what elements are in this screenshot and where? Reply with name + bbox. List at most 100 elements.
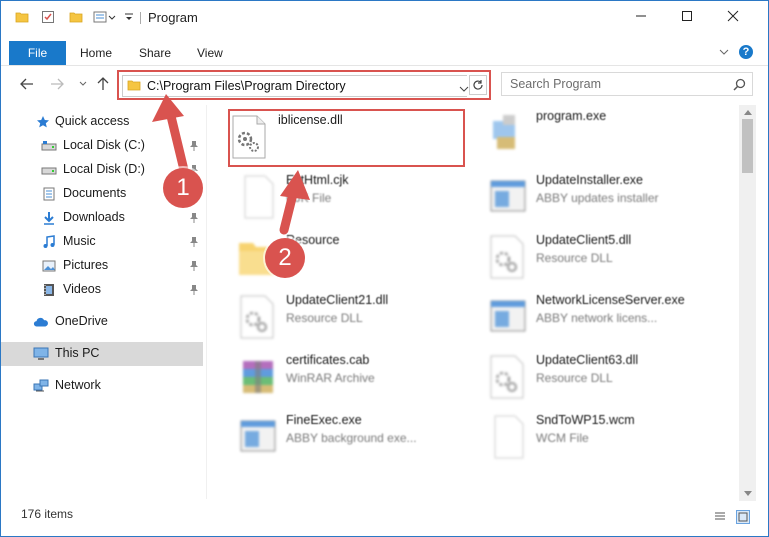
up-button[interactable]: [95, 76, 111, 92]
expand-ribbon-button[interactable]: [717, 45, 731, 59]
sidebar-item-label: Documents: [63, 186, 127, 200]
exe-icon: [487, 111, 527, 155]
step-2-badge: 2: [265, 238, 305, 278]
list-item[interactable]: UpdateInstaller.exe ABBY updates install…: [469, 169, 709, 225]
maximize-button[interactable]: [664, 1, 710, 31]
refresh-icon: [473, 80, 483, 90]
list-item[interactable]: UpdateClient5.dll Resource DLL: [469, 229, 709, 285]
tab-file[interactable]: File: [9, 41, 66, 65]
chevron-down-icon: [719, 49, 729, 55]
list-item[interactable]: UpdateClient21.dll Resource DLL: [219, 289, 459, 345]
sidebar-item-label: Local Disk (C:): [63, 138, 145, 152]
file-name: program.exe: [536, 109, 607, 123]
back-button[interactable]: [19, 76, 35, 92]
list-item[interactable]: program.exe: [469, 105, 709, 161]
pin-icon[interactable]: [189, 140, 199, 155]
file-description: ABBY background exe...: [286, 431, 417, 445]
sidebar-item-label: This PC: [55, 346, 100, 360]
title-bar: Program: [1, 1, 768, 32]
list-item[interactable]: Resource: [219, 229, 459, 285]
arrow-left-icon: [20, 78, 33, 90]
blank-file-icon: [487, 415, 527, 459]
list-item[interactable]: FineExec.exe ABBY background exe...: [219, 409, 459, 465]
file-name: NetworkLicenseServer.exe: [536, 293, 685, 307]
sidebar-item-quick-access[interactable]: Quick access: [1, 110, 203, 134]
pin-icon[interactable]: [189, 284, 199, 299]
sidebar-item-music[interactable]: Music: [1, 230, 203, 254]
scroll-up-button[interactable]: [739, 105, 756, 119]
sidebar-item-label: Videos: [63, 282, 101, 296]
refresh-button[interactable]: [469, 75, 487, 95]
arrow-up-icon: [97, 77, 109, 90]
address-field[interactable]: C:\Program Files\Program Directory: [122, 75, 469, 97]
pane-divider[interactable]: [206, 105, 207, 499]
arrow-right-icon: [51, 78, 64, 90]
file-name: FineExec.exe: [286, 413, 362, 427]
quick-access-dropdown-icon[interactable]: [124, 9, 134, 25]
file-name: UpdateClient21.dll: [286, 293, 389, 307]
tab-home[interactable]: Home: [80, 41, 112, 65]
chevron-down-icon[interactable]: [459, 82, 469, 96]
sidebar-item-network[interactable]: Network: [1, 374, 203, 398]
scroll-down-button[interactable]: [739, 487, 756, 501]
chevron-down-icon: [743, 491, 752, 496]
pictures-icon: [41, 258, 57, 274]
search-input[interactable]: Search Program: [510, 77, 601, 91]
drive-icon: [41, 162, 57, 178]
details-view-button[interactable]: [714, 510, 726, 522]
vertical-scrollbar[interactable]: [739, 105, 756, 501]
minimize-icon: [636, 15, 646, 17]
forward-button[interactable]: [49, 76, 65, 92]
downloads-icon: [41, 210, 57, 226]
list-item[interactable]: SndToWP15.wcm WCM File: [469, 409, 709, 465]
ribbon-tabs: File Home Share View ?: [1, 41, 768, 66]
scroll-thumb[interactable]: [742, 119, 753, 173]
network-icon: [33, 378, 49, 394]
status-bar: 176 items: [1, 503, 768, 527]
close-button[interactable]: [710, 1, 756, 31]
title-separator: [140, 12, 141, 24]
list-item[interactable]: ExtHtml.cjk CJK File: [219, 169, 459, 225]
star-icon: [35, 114, 51, 130]
sidebar-item-pictures[interactable]: Pictures: [1, 254, 203, 278]
file-description: ABBY network licens...: [536, 311, 658, 325]
list-item[interactable]: NetworkLicenseServer.exe ABBY network li…: [469, 289, 709, 345]
list-item[interactable]: certificates.cab WinRAR Archive: [219, 349, 459, 405]
music-icon: [41, 234, 57, 250]
cloud-icon: [33, 314, 49, 330]
item-count: 176 items: [21, 507, 74, 521]
chevron-down-icon: [79, 81, 87, 86]
new-folder-icon[interactable]: [69, 9, 83, 25]
sidebar-item-onedrive[interactable]: OneDrive: [1, 310, 203, 334]
tab-view[interactable]: View: [197, 41, 223, 65]
address-bar[interactable]: C:\Program Files\Program Directory: [117, 70, 491, 100]
navigation-pane: Quick access Local Disk (C:) Local Disk …: [1, 105, 203, 499]
folder-icon[interactable]: [15, 9, 29, 25]
sidebar-item-videos[interactable]: Videos: [1, 278, 203, 302]
pin-icon[interactable]: [189, 212, 199, 227]
address-path: C:\Program Files\Program Directory: [147, 79, 346, 93]
list-item[interactable]: UpdateClient63.dll Resource DLL: [469, 349, 709, 405]
customize-toolbar-icon[interactable]: [93, 9, 119, 25]
properties-icon[interactable]: [41, 9, 55, 25]
search-box[interactable]: Search Program: [501, 72, 753, 96]
search-icon: [733, 78, 746, 94]
maximize-icon: [682, 11, 692, 21]
close-icon: [727, 10, 739, 22]
sidebar-item-downloads[interactable]: Downloads: [1, 206, 203, 230]
recent-locations-button[interactable]: [75, 76, 91, 92]
folder-icon: [127, 78, 141, 95]
tab-share[interactable]: Share: [139, 41, 171, 65]
sidebar-item-local-disk-c[interactable]: Local Disk (C:): [1, 134, 203, 158]
pin-icon[interactable]: [189, 260, 199, 275]
minimize-button[interactable]: [618, 1, 664, 31]
dll-icon: [487, 235, 527, 279]
sidebar-item-this-pc[interactable]: This PC: [1, 342, 203, 366]
help-button[interactable]: ?: [739, 45, 753, 59]
sidebar-item-label: OneDrive: [55, 314, 108, 328]
chevron-up-icon: [743, 110, 752, 115]
file-description: WinRAR Archive: [286, 371, 375, 385]
file-name: UpdateClient63.dll: [536, 353, 639, 367]
large-icons-view-button[interactable]: [736, 510, 750, 524]
pin-icon[interactable]: [189, 236, 199, 251]
